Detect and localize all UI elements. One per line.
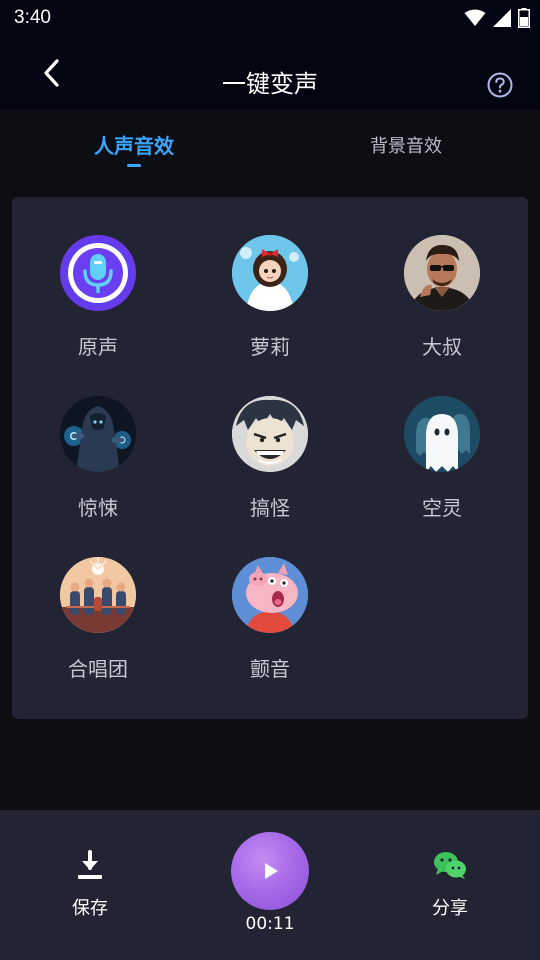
- effect-label: 大叔: [422, 335, 462, 359]
- help-icon: [487, 72, 513, 98]
- effect-uncle[interactable]: 大叔: [372, 235, 512, 375]
- effect-thriller[interactable]: 惊悚: [28, 396, 168, 536]
- effect-vibrato[interactable]: 颤音: [200, 557, 340, 697]
- girl-avatar: [232, 235, 308, 311]
- wifi-icon: [464, 9, 486, 26]
- thriller-avatar: [60, 396, 136, 472]
- effect-label: 搞怪: [250, 496, 290, 520]
- wechat-icon: [434, 852, 466, 879]
- effect-funny[interactable]: 搞怪: [200, 396, 340, 536]
- play-icon: [265, 863, 278, 879]
- effect-label: 萝莉: [250, 335, 290, 359]
- man-avatar: [404, 235, 480, 311]
- ghost-avatar: [404, 396, 480, 472]
- battery-icon: [518, 8, 530, 28]
- effect-label: 合唱团: [68, 657, 128, 681]
- share-label: 分享: [432, 898, 468, 919]
- funny-avatar: [232, 396, 308, 472]
- bottom-action-bar: 保存 00:11 分享: [0, 810, 540, 960]
- effect-label: 空灵: [422, 496, 462, 520]
- save-label: 保存: [72, 898, 108, 919]
- effect-label: 原声: [78, 335, 118, 359]
- tab-bar: 人声音效 背景音效: [0, 110, 540, 196]
- effect-choir[interactable]: 合唱团: [28, 557, 168, 697]
- signal-icon: [493, 9, 511, 27]
- status-bar: 3:40: [0, 0, 540, 36]
- download-icon: [78, 850, 102, 879]
- effect-ethereal[interactable]: 空灵: [372, 396, 512, 536]
- pig-avatar: [232, 557, 308, 633]
- share-button[interactable]: 分享: [410, 850, 490, 930]
- header: 一键变声: [0, 36, 540, 110]
- effect-original[interactable]: 原声: [28, 235, 168, 375]
- save-button[interactable]: 保存: [50, 850, 130, 930]
- tab-indicator: [127, 164, 141, 167]
- choir-avatar: [60, 557, 136, 633]
- tab-background-effects[interactable]: 背景音效: [370, 132, 442, 158]
- effects-panel: 原声 萝莉 大叔 惊悚 搞怪 空灵 合唱团 颤音: [12, 197, 528, 719]
- page-title: 一键变声: [222, 70, 318, 98]
- play-button[interactable]: [231, 832, 309, 910]
- status-icons: [464, 8, 530, 28]
- help-button[interactable]: [486, 71, 516, 101]
- tab-voice-effects[interactable]: 人声音效: [94, 130, 174, 159]
- effect-loli[interactable]: 萝莉: [200, 235, 340, 375]
- effect-label: 惊悚: [78, 496, 118, 520]
- playback-duration: 00:11: [245, 914, 295, 934]
- microphone-icon: [60, 235, 136, 311]
- status-time: 3:40: [14, 7, 51, 28]
- effect-label: 颤音: [250, 657, 290, 681]
